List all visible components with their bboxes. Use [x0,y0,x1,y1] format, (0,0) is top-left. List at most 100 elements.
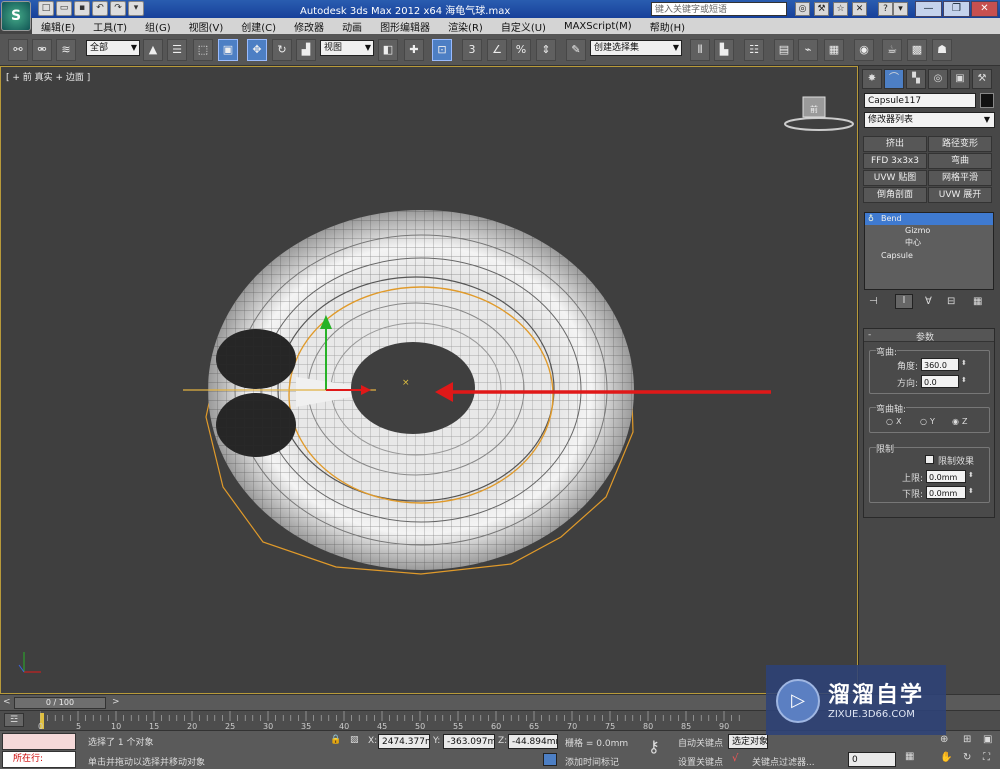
radio-x-icon[interactable]: ○ [886,417,893,426]
search-input[interactable]: 键入关键字或短语 [651,2,787,16]
menu-item-9[interactable]: 自定义(U) [492,19,555,34]
menu-item-6[interactable]: 动画 [333,19,371,34]
stack-item-center[interactable]: 中心 [865,237,993,249]
modifier-list-dropdown[interactable]: 修改器列表 [864,112,995,128]
undo-icon[interactable]: ↶ [92,1,108,16]
configure-sets-icon[interactable]: ▦ [973,296,982,307]
select-scale-icon[interactable]: ▟ [296,39,316,61]
mini-curve-editor-icon[interactable]: ☲ [4,713,24,727]
maxscript-mini-listener[interactable]: 所在行: [2,751,76,768]
remove-modifier-icon[interactable]: ⊟ [947,296,955,307]
pivot-center-icon[interactable]: ◧ [378,39,398,61]
object-color-swatch[interactable] [980,93,994,108]
angle-spinner[interactable]: 360.0 [921,358,959,371]
lightbulb-icon[interactable]: ♁ [868,214,874,223]
menu-item-4[interactable]: 创建(C) [232,19,285,34]
redo-icon[interactable]: ↷ [110,1,126,16]
select-object-icon[interactable]: ▲ [143,39,163,61]
schematic-view-icon[interactable]: ▦ [824,39,844,61]
create-tab-icon[interactable]: ✸ [862,69,882,89]
snaps-toggle-icon[interactable]: 3 [462,39,482,61]
hierarchy-tab-icon[interactable]: ▚ [906,69,926,89]
close-button[interactable]: ✕ [971,1,998,17]
x-coord-field[interactable]: 2474.377m [378,734,430,749]
open-file-icon[interactable]: ▭ [56,1,72,16]
lower-limit-spinner-arrows-icon[interactable]: ⬍ [968,487,974,495]
stack-item-capsule[interactable]: Capsule [865,250,993,262]
set-key-button[interactable]: 设置关键点 [678,755,723,768]
graphite-tools-icon[interactable]: ▤ [774,39,794,61]
y-coord-field[interactable]: -363.097m [443,734,495,749]
curve-editor-icon[interactable]: ⌁ [798,39,818,61]
star-icon[interactable]: ☆ [833,2,848,16]
add-time-tag-icon[interactable] [543,753,557,766]
key-filters-icon[interactable]: √ [732,753,738,764]
keyboard-shortcut-icon[interactable]: ⊡ [432,39,452,61]
exchange-icon[interactable]: ✕ [852,2,867,16]
angle-snap-icon[interactable]: ∠ [487,39,507,61]
help-icon[interactable]: ? [878,2,893,16]
menu-item-11[interactable]: 帮助(H) [641,19,694,34]
add-time-tag[interactable]: 添加时间标记 [565,755,619,768]
binoculars-icon[interactable]: ◎ [795,2,810,16]
menu-item-0[interactable]: 编辑(E) [32,19,84,34]
selection-lock-icon[interactable]: 🔒 [330,735,341,745]
minimize-button[interactable]: — [915,1,942,17]
current-frame-field[interactable]: 0 [848,752,896,767]
radio-z-icon[interactable]: ◉ [952,417,959,426]
new-file-icon[interactable]: □ [38,1,54,16]
reference-coordinate-dropdown[interactable]: 视图 [320,40,374,56]
menu-item-5[interactable]: 修改器 [285,19,333,34]
menu-item-8[interactable]: 渲染(R) [439,19,492,34]
edit-named-selection-icon[interactable]: ✎ [566,39,586,61]
layer-manager-icon[interactable]: ☷ [744,39,764,61]
upper-limit-spinner[interactable]: 0.0mm [926,470,966,483]
radio-y-icon[interactable]: ○ [920,417,927,426]
rollout-collapse-icon[interactable]: - [868,330,871,340]
motion-tab-icon[interactable]: ◎ [928,69,948,89]
direction-spinner-arrows-icon[interactable]: ⬍ [961,376,967,384]
modifier-button-bend[interactable]: 弯曲 [928,153,992,169]
angle-spinner-arrows-icon[interactable]: ⬍ [961,359,967,367]
select-move-icon[interactable]: ✥ [247,39,267,61]
render-setup-icon[interactable]: ☕ [882,39,902,61]
utilities-tab-icon[interactable]: ⚒ [972,69,992,89]
z-coord-field[interactable]: -44.894mm [508,734,558,749]
menu-item-1[interactable]: 工具(T) [84,19,136,34]
select-by-name-icon[interactable]: ☰ [167,39,187,61]
zoom-all-icon[interactable]: ⊞ [963,734,971,745]
orbit-icon[interactable]: ↻ [963,752,971,763]
time-config-icon[interactable]: ▦ [905,751,914,762]
menu-item-2[interactable]: 组(G) [136,19,180,34]
time-next-icon[interactable]: > [112,697,120,707]
modifier-button-bevel-profile[interactable]: 倒角剖面 [863,187,927,203]
rendered-frame-icon[interactable]: ▩ [907,39,927,61]
help-dropdown-icon[interactable]: ▾ [893,2,908,16]
time-slider[interactable]: 0 / 100 [14,697,106,709]
modifier-button-extrude[interactable]: 挤出 [863,136,927,152]
limit-effect-checkbox[interactable] [925,455,934,464]
modifier-button-meshsmooth[interactable]: 网格平滑 [928,170,992,186]
modifier-button-unwrap-uvw[interactable]: UVW 展开 [928,187,992,203]
align-icon[interactable]: ▙ [714,39,734,61]
show-end-result-icon[interactable]: Ⅰ [895,294,913,309]
maxscript-listener-top[interactable] [2,733,76,750]
unlink-icon[interactable]: ⚮ [32,39,52,61]
select-manipulate-icon[interactable]: ✚ [404,39,424,61]
stack-item-gizmo[interactable]: Gizmo [865,225,993,237]
maximize-viewport-icon[interactable]: ⛶ [983,752,990,763]
auto-key-button[interactable]: 自动关键点 [678,736,723,749]
zoom-extents-icon[interactable]: ▣ [983,734,992,745]
set-key-icon[interactable]: ⚷ [648,737,660,756]
link-icon[interactable]: ⚯ [8,39,28,61]
modifier-list-arrow-icon[interactable]: ▼ [980,113,994,127]
direction-spinner[interactable]: 0.0 [921,375,959,388]
menu-item-7[interactable]: 图形编辑器 [371,19,439,34]
menu-item-10[interactable]: MAXScript(M) [555,21,641,32]
lower-limit-spinner[interactable]: 0.0mm [926,486,966,499]
modifier-button-path-deform[interactable]: 路径变形 [928,136,992,152]
modifier-button-ffd[interactable]: FFD 3x3x3 [863,153,927,169]
viewport-front[interactable]: [ + 前 真实 + 边面 ] 前 × [0,66,858,694]
time-prev-icon[interactable]: < [3,697,11,707]
display-tab-icon[interactable]: ▣ [950,69,970,89]
